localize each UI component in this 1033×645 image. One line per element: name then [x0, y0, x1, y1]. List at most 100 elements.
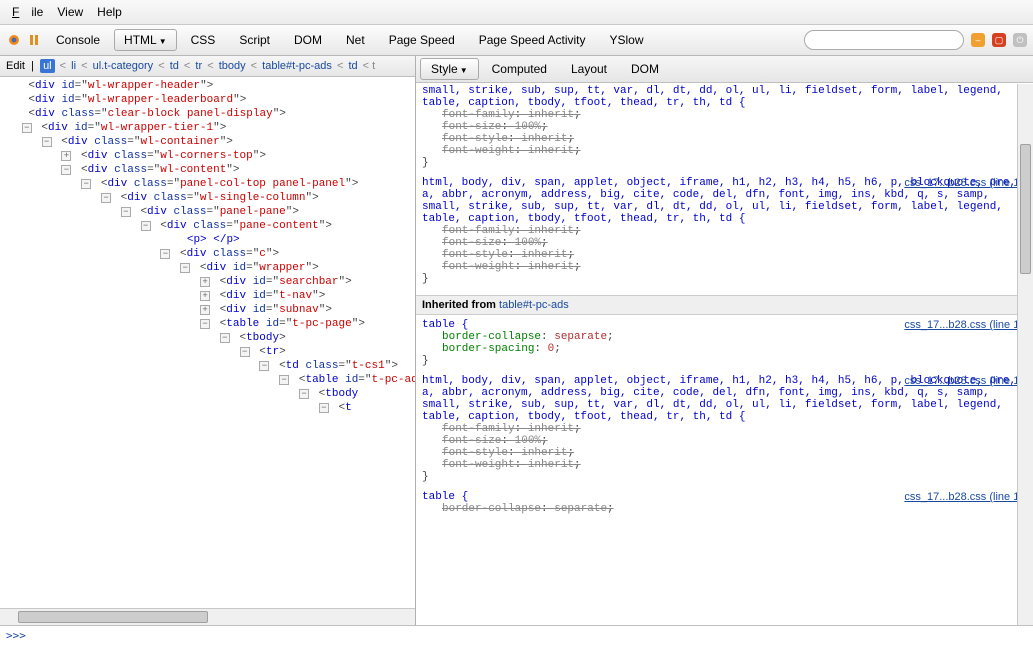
css-rule[interactable]: small, strike, sub, sup, tt, var, dl, dt…: [422, 85, 1027, 175]
twisty-icon[interactable]: −: [61, 165, 71, 175]
dom-node[interactable]: − <td class="t-cs1">: [2, 359, 415, 373]
breadcrumb-item[interactable]: td: [170, 60, 179, 72]
dom-node[interactable]: + <div id="searchbar">: [2, 275, 415, 289]
twisty-icon[interactable]: −: [180, 263, 190, 273]
dom-node[interactable]: <div id="wl-wrapper-header">: [2, 79, 415, 93]
dom-node[interactable]: − <table id="t-pc-ads" c="": [2, 373, 415, 387]
twisty-icon[interactable]: −: [22, 123, 32, 133]
css-source-link[interactable]: css_17...b28.css (line 1): [904, 491, 1023, 503]
edit-button[interactable]: Edit: [6, 60, 25, 72]
dom-node[interactable]: <p> </p>: [2, 233, 415, 247]
subtab-style[interactable]: Style▼: [420, 58, 479, 80]
dom-node[interactable]: − <div class="wl-single-column">: [2, 191, 415, 205]
twisty-icon[interactable]: −: [220, 333, 230, 343]
css-source-link[interactable]: css_17...b28.css (line 1): [904, 319, 1023, 331]
tab-yslow[interactable]: YSlow: [599, 29, 653, 51]
dom-node[interactable]: − <table id="t-pc-page">: [2, 317, 415, 331]
dom-node[interactable]: − <div class="panel-pane">: [2, 205, 415, 219]
tab-net[interactable]: Net: [336, 29, 375, 51]
breadcrumb-item[interactable]: table#t-pc-ads: [262, 60, 332, 72]
v-scrollbar-right[interactable]: [1017, 84, 1033, 625]
twisty-icon[interactable]: −: [299, 389, 309, 399]
menu-view[interactable]: View: [51, 3, 89, 21]
css-rule[interactable]: css_17...b28.css (line 1)table {border-c…: [422, 491, 1027, 521]
twisty-icon[interactable]: +: [200, 277, 210, 287]
twisty-icon[interactable]: −: [141, 221, 151, 231]
dom-node[interactable]: − <tr>: [2, 345, 415, 359]
twisty-icon[interactable]: −: [81, 179, 91, 189]
breadcrumb: Edit | ul < li < ul.t-category < td < tr…: [0, 56, 415, 77]
minimize-button[interactable]: –: [971, 33, 985, 47]
css-rules[interactable]: small, strike, sub, sup, tt, var, dl, dt…: [416, 83, 1033, 625]
dom-node[interactable]: − <div id="wrapper">: [2, 261, 415, 275]
style-panel: Style▼ Computed Layout DOM small, strike…: [416, 56, 1033, 625]
twisty-icon[interactable]: +: [61, 151, 71, 161]
breadcrumb-item[interactable]: li: [71, 60, 76, 72]
chevron-down-icon: ▼: [159, 37, 167, 46]
tab-pagespeed-activity[interactable]: Page Speed Activity: [469, 29, 596, 51]
tab-pagespeed[interactable]: Page Speed: [379, 29, 465, 51]
twisty-icon[interactable]: −: [42, 137, 52, 147]
popout-button[interactable]: ▢: [992, 33, 1006, 47]
twisty-icon[interactable]: +: [200, 305, 210, 315]
breadcrumb-item[interactable]: tr: [195, 60, 202, 72]
search-input[interactable]: [804, 30, 964, 50]
h-scrollbar[interactable]: [0, 608, 415, 625]
dom-tree[interactable]: <div id="wl-wrapper-header"> <div id="wl…: [0, 77, 415, 608]
inherited-from-header: Inherited from table#t-pc-ads: [416, 295, 1033, 315]
firebug-icon[interactable]: [6, 32, 22, 48]
css-rule[interactable]: css_17...b28.css (line 1)html, body, div…: [422, 177, 1027, 291]
twisty-icon[interactable]: −: [101, 193, 111, 203]
breadcrumb-item[interactable]: tbody: [219, 60, 246, 72]
toolbar: Console HTML▼ CSS Script DOM Net Page Sp…: [0, 25, 1033, 56]
subtab-computed[interactable]: Computed: [481, 58, 558, 80]
dom-node[interactable]: − <div class="panel-col-top panel-panel"…: [2, 177, 415, 191]
tab-css[interactable]: CSS: [181, 29, 226, 51]
dom-node[interactable]: − <t: [2, 401, 415, 415]
breadcrumb-item[interactable]: ul.t-category: [93, 60, 154, 72]
tab-script[interactable]: Script: [229, 29, 280, 51]
menubar: File View Help: [0, 0, 1033, 25]
dom-node[interactable]: + <div class="wl-corners-top">: [2, 149, 415, 163]
dom-node[interactable]: − <div class="wl-content">: [2, 163, 415, 177]
css-rule[interactable]: css_17...b28.css (line 1)html, body, div…: [422, 375, 1027, 489]
dom-node[interactable]: − <div class="pane-content">: [2, 219, 415, 233]
command-line[interactable]: >>>: [0, 625, 1033, 645]
dom-node[interactable]: − <div id="wl-wrapper-tier-1">: [2, 121, 415, 135]
tab-console[interactable]: Console: [46, 29, 110, 51]
css-rule[interactable]: css_17...b28.css (line 1)table {border-c…: [422, 319, 1027, 373]
chevron-down-icon: ▼: [460, 66, 468, 75]
dom-node[interactable]: − <div class="c">: [2, 247, 415, 261]
twisty-icon[interactable]: −: [121, 207, 131, 217]
dom-node[interactable]: + <div id="t-nav">: [2, 289, 415, 303]
twisty-icon[interactable]: −: [259, 361, 269, 371]
twisty-icon[interactable]: −: [240, 347, 250, 357]
content: Edit | ul < li < ul.t-category < td < tr…: [0, 56, 1033, 625]
dom-node[interactable]: − <div class="wl-container">: [2, 135, 415, 149]
tab-html[interactable]: HTML▼: [114, 29, 177, 51]
twisty-icon[interactable]: −: [200, 319, 210, 329]
dom-node[interactable]: <div class="clear-block panel-display">: [2, 107, 415, 121]
tab-dom[interactable]: DOM: [284, 29, 332, 51]
inherit-link[interactable]: table#t-pc-ads: [499, 299, 569, 311]
menu-help[interactable]: Help: [91, 3, 128, 21]
twisty-icon[interactable]: −: [319, 403, 329, 413]
close-button[interactable]: ⏻: [1013, 33, 1027, 47]
twisty-icon[interactable]: −: [160, 249, 170, 259]
breadcrumb-item[interactable]: ul: [40, 59, 55, 73]
side-tabs: Style▼ Computed Layout DOM: [416, 56, 1033, 83]
html-panel: Edit | ul < li < ul.t-category < td < tr…: [0, 56, 416, 625]
css-source-link[interactable]: css_17...b28.css (line 1): [904, 375, 1023, 387]
pause-icon[interactable]: [26, 32, 42, 48]
dom-node[interactable]: − <tbody>: [2, 331, 415, 345]
menu-file[interactable]: File: [6, 3, 49, 21]
css-source-link[interactable]: css_17...b28.css (line 1): [904, 177, 1023, 189]
dom-node[interactable]: <div id="wl-wrapper-leaderboard">: [2, 93, 415, 107]
breadcrumb-item[interactable]: td: [348, 60, 357, 72]
twisty-icon[interactable]: −: [279, 375, 289, 385]
dom-node[interactable]: − <tbody: [2, 387, 415, 401]
subtab-layout[interactable]: Layout: [560, 58, 618, 80]
subtab-dom[interactable]: DOM: [620, 58, 670, 80]
twisty-icon[interactable]: +: [200, 291, 210, 301]
dom-node[interactable]: + <div id="subnav">: [2, 303, 415, 317]
